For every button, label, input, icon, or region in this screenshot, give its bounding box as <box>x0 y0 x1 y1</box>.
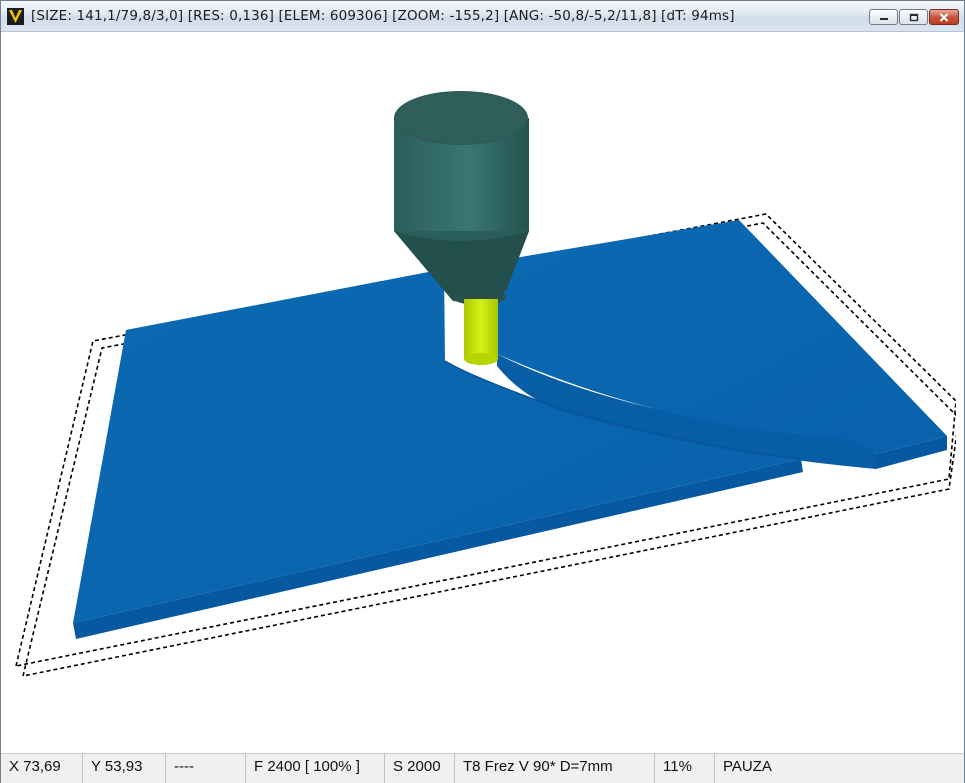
window-title: [SIZE: 141,1/79,8/3,0] [RES: 0,136] [ELE… <box>31 8 735 24</box>
window-controls <box>869 9 959 27</box>
status-bar: X 73,69 Y 53,93 ---- F 2400 [ 100% ] S 2… <box>1 753 964 783</box>
status-progress: 11% <box>655 754 715 783</box>
maximize-button[interactable] <box>899 9 928 25</box>
title-bar[interactable]: [SIZE: 141,1/79,8/3,0] [RES: 0,136] [ELE… <box>1 1 964 32</box>
status-tool: T8 Frez V 90* D=7mm <box>455 754 655 783</box>
status-state: PAUZA <box>723 758 772 775</box>
status-feed-rate: F 2400 [ 100% ] <box>246 754 385 783</box>
app-v-icon <box>7 8 24 25</box>
status-spindle-speed: S 2000 <box>385 754 455 783</box>
app-window: [SIZE: 141,1/79,8/3,0] [RES: 0,136] [ELE… <box>0 0 965 783</box>
minimize-icon <box>879 18 888 20</box>
status-mode: ---- <box>166 754 246 783</box>
tool-holder <box>394 91 529 305</box>
simulation-scene[interactable] <box>9 32 956 752</box>
maximize-icon <box>909 13 918 21</box>
tool-bit <box>464 299 498 365</box>
close-icon <box>939 12 949 22</box>
minimize-button[interactable] <box>869 9 898 25</box>
close-button[interactable] <box>929 9 959 25</box>
status-x-coordinate: X 73,69 <box>1 754 83 783</box>
status-y-coordinate: Y 53,93 <box>83 754 166 783</box>
3d-viewport[interactable] <box>9 32 956 752</box>
